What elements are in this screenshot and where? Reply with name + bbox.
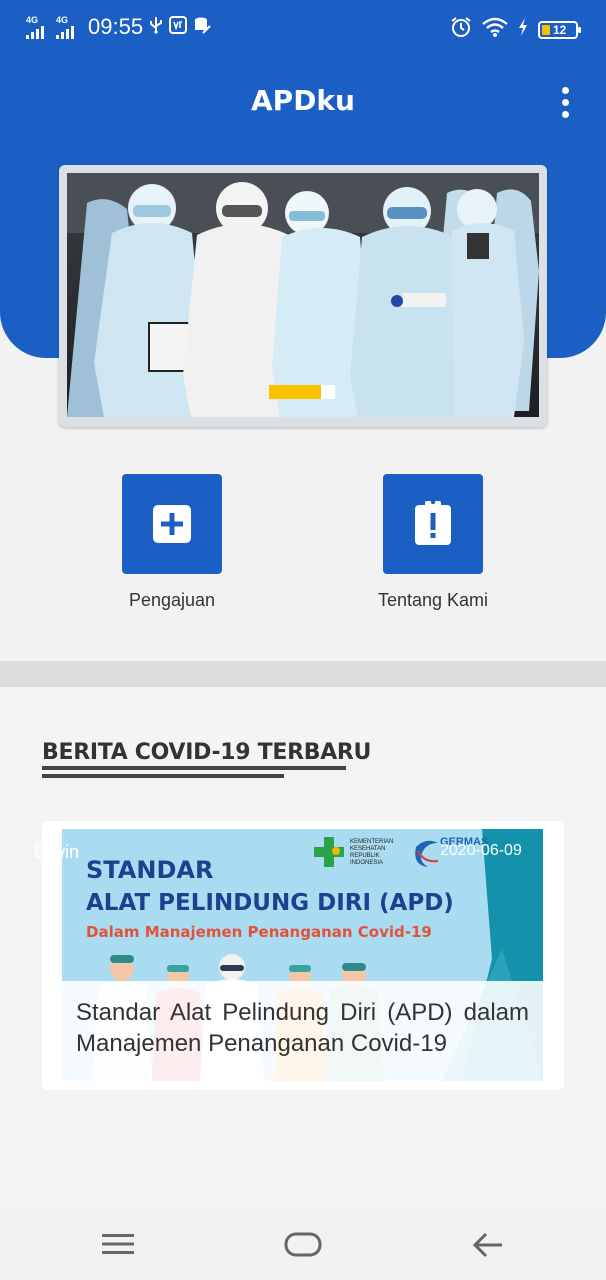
overflow-menu-icon[interactable] [552, 84, 578, 120]
poster-line2: ALAT PELINDUNG DIRI (APD) [86, 890, 454, 916]
home-icon[interactable] [284, 1231, 324, 1259]
news-caption: Standar Alat Pelindung Diri (APD) dalam … [62, 981, 543, 1081]
carousel-dot-active[interactable] [269, 385, 321, 399]
battery-level: 12 [553, 22, 567, 37]
poster-line3: Dalam Manajemen Penanganan Covid-19 [86, 923, 432, 941]
status-bar: 4G 4G 09:55 12 [0, 0, 606, 56]
wifi-icon [482, 17, 508, 42]
section-divider [0, 661, 606, 687]
signal-icon: 4G [56, 15, 80, 39]
poster-line1: STANDAR [86, 856, 213, 884]
back-icon[interactable] [472, 1231, 506, 1259]
news-section-title: BERITA COVID-19 TERBARU [42, 740, 372, 765]
alarm-icon [450, 16, 472, 43]
charging-icon [518, 18, 528, 41]
vpn-icon [169, 15, 188, 39]
tentang-kami-button[interactable] [383, 474, 483, 574]
action-pengajuan[interactable]: Pengajuan [72, 474, 272, 611]
pengajuan-button[interactable] [122, 474, 222, 574]
signal-icon: 4G [26, 15, 50, 39]
plus-icon [153, 505, 191, 543]
action-tentang-kami[interactable]: Tentang Kami [333, 474, 533, 611]
app-title: APDku [251, 84, 355, 117]
status-time: 09:55 [88, 14, 144, 39]
menu-icon[interactable] [100, 1232, 136, 1256]
clipboard-alert-icon [415, 499, 451, 545]
battery-icon: 12 [538, 20, 581, 39]
carousel-dot[interactable] [321, 385, 335, 399]
storage-icon [193, 16, 211, 39]
news-author: Erwin [34, 842, 80, 862]
news-card[interactable]: KEMENTERIAN KESEHATAN REPUBLIK INDONESIA GE… [42, 821, 564, 1090]
news-date: 2020-06-09 [440, 842, 522, 859]
status-right: 12 [450, 16, 581, 43]
banner-image [67, 173, 539, 417]
navigation-bar [0, 1207, 606, 1280]
action-label: Tentang Kami [377, 590, 489, 610]
banner-carousel[interactable] [59, 165, 547, 427]
usb-icon [149, 16, 163, 39]
status-left: 4G 4G 09:55 [26, 14, 211, 40]
title-underline [42, 766, 346, 770]
news-title: Standar Alat Pelindung Diri (APD) dalam … [76, 999, 529, 1057]
title-underline-short [42, 774, 284, 778]
action-label: Pengajuan [128, 590, 216, 610]
carousel-indicator [269, 385, 335, 399]
